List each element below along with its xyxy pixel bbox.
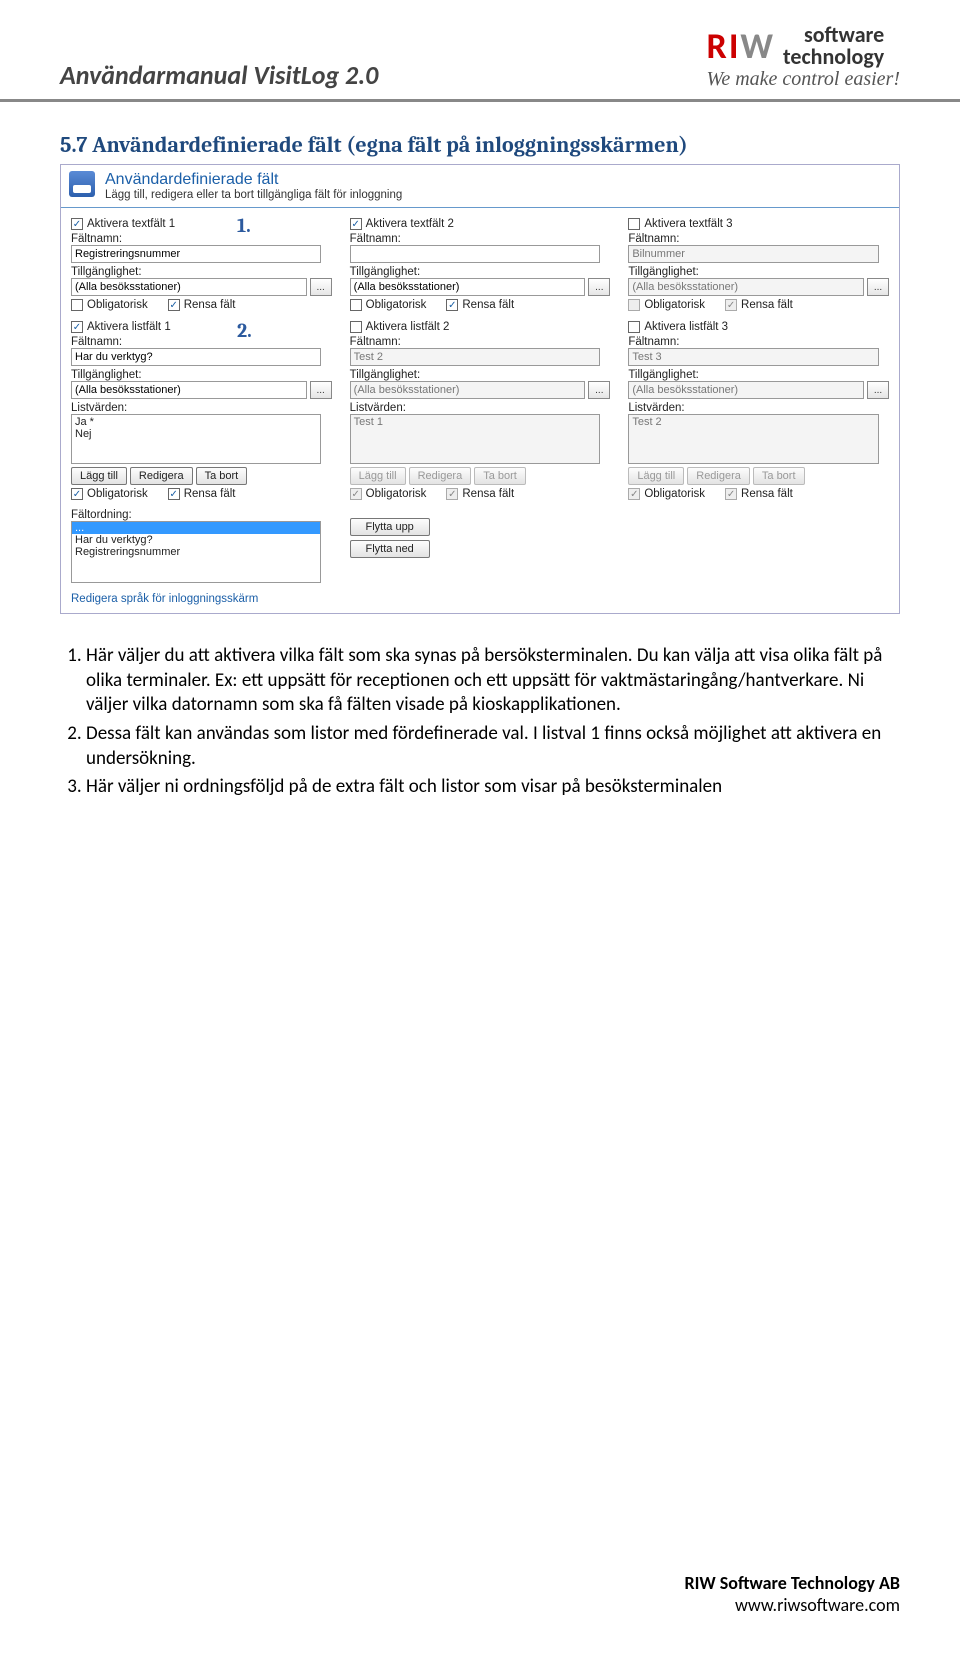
logo-technology: technology xyxy=(783,46,884,68)
fieldname-label: Fältnamn: xyxy=(71,233,332,245)
field-order-group: Fältordning: ... Har du verktyg? Registr… xyxy=(71,506,332,583)
edit-button: Redigera xyxy=(687,467,750,485)
delete-button: Ta bort xyxy=(753,467,805,485)
listfield-2-group: Aktivera listfält 2 Fältnamn: Tillgängli… xyxy=(350,321,611,500)
activate-list1-checkbox[interactable] xyxy=(71,321,83,333)
activate-text3-checkbox[interactable] xyxy=(628,218,640,230)
add-button: Lägg till xyxy=(628,467,684,485)
delete-button[interactable]: Ta bort xyxy=(196,467,248,485)
fieldname-text2-input[interactable] xyxy=(350,245,600,263)
fieldname-list2-input xyxy=(350,348,600,366)
logo: RIW software technology We make control … xyxy=(707,24,900,91)
panel-title: Användardefinierade fält xyxy=(105,171,402,189)
list-item-2: Dessa fält kan användas som listor med f… xyxy=(86,722,900,771)
availability-browse-button[interactable]: ... xyxy=(310,278,332,296)
clear-text3-checkbox xyxy=(725,299,737,311)
clear-list3-checkbox xyxy=(725,488,737,500)
section-heading: 5.7 Användardefinierade fält (egna fält … xyxy=(60,132,900,158)
page-header: Användarmanual VisitLog 2.0 RIW software… xyxy=(0,0,960,102)
textfield-2-group: Aktivera textfält 2 Fältnamn: Tillgängli… xyxy=(350,218,611,311)
mandatory-text2-checkbox[interactable] xyxy=(350,299,362,311)
clear-list2-checkbox xyxy=(446,488,458,500)
delete-button: Ta bort xyxy=(474,467,526,485)
activate-text1-label: Aktivera textfält 1 xyxy=(87,218,175,230)
logo-slogan: We make control easier! xyxy=(707,68,900,91)
edit-button: Redigera xyxy=(409,467,472,485)
textfield-1-group: Aktivera textfält 1 Fältnamn: Tillgängli… xyxy=(71,218,332,311)
mandatory-list1-checkbox[interactable] xyxy=(71,488,83,500)
availability-browse-button[interactable]: ... xyxy=(867,278,889,296)
listvalues-list3: Test 2 xyxy=(628,414,878,464)
panel-icon xyxy=(69,171,95,197)
availability-list2 xyxy=(350,381,586,399)
availability-label: Tillgänglighet: xyxy=(71,266,332,278)
availability-text2[interactable] xyxy=(350,278,586,296)
footer-url: www.riwsoftware.com xyxy=(684,1594,900,1616)
custom-fields-panel: Användardefinierade fält Lägg till, redi… xyxy=(60,164,900,614)
move-down-button[interactable]: Flytta ned xyxy=(350,540,430,558)
logo-riw-icon: RIW xyxy=(707,24,776,68)
availability-browse-button[interactable]: ... xyxy=(588,278,610,296)
order-item[interactable]: Har du verktyg? xyxy=(72,534,320,546)
clear-list1-checkbox[interactable] xyxy=(168,488,180,500)
listfield-1-group: Aktivera listfält 1 Fältnamn: Tillgängli… xyxy=(71,321,332,500)
fieldname-list1-input[interactable] xyxy=(71,348,321,366)
list-item-1: Här väljer du att aktivera vilka fält so… xyxy=(86,644,900,718)
add-button: Lägg till xyxy=(350,467,406,485)
edit-button[interactable]: Redigera xyxy=(130,467,193,485)
listvalues-list2: Test 1 xyxy=(350,414,600,464)
activate-list2-checkbox[interactable] xyxy=(350,321,362,333)
clear-text2-checkbox[interactable] xyxy=(446,299,458,311)
activate-list3-checkbox[interactable] xyxy=(628,321,640,333)
availability-text1[interactable] xyxy=(71,278,307,296)
manual-title: Användarmanual VisitLog 2.0 xyxy=(60,59,378,91)
add-button[interactable]: Lägg till xyxy=(71,467,127,485)
activate-text2-checkbox[interactable] xyxy=(350,218,362,230)
availability-browse-button[interactable]: ... xyxy=(588,381,610,399)
availability-browse-button[interactable]: ... xyxy=(867,381,889,399)
listvalues-list1[interactable]: Ja * Nej xyxy=(71,414,321,464)
availability-list1[interactable] xyxy=(71,381,307,399)
field-order-listbox[interactable]: ... Har du verktyg? Registreringsnummer xyxy=(71,521,321,583)
fieldname-text3-input xyxy=(628,245,878,263)
mandatory-text3-checkbox xyxy=(628,299,640,311)
activate-text1-checkbox[interactable] xyxy=(71,218,83,230)
availability-browse-button[interactable]: ... xyxy=(310,381,332,399)
edit-language-link[interactable]: Redigera språk för inloggningsskärm xyxy=(61,589,899,613)
mandatory-text1-checkbox[interactable] xyxy=(71,299,83,311)
clear-text1-checkbox[interactable] xyxy=(168,299,180,311)
explanatory-text: Här väljer du att aktivera vilka fält so… xyxy=(0,614,960,800)
textfield-3-group: Aktivera textfält 3 Fältnamn: Tillgängli… xyxy=(628,218,889,311)
mandatory-list3-checkbox xyxy=(628,488,640,500)
availability-list3 xyxy=(628,381,864,399)
order-item-selected[interactable]: ... xyxy=(72,522,320,534)
order-item[interactable]: Registreringsnummer xyxy=(72,546,320,558)
page-footer: RIW Software Technology AB www.riwsoftwa… xyxy=(684,1572,900,1616)
fieldname-list3-input xyxy=(628,348,878,366)
availability-text3 xyxy=(628,278,864,296)
mandatory-list2-checkbox xyxy=(350,488,362,500)
list-item-3: Här väljer ni ordningsföljd på de extra … xyxy=(86,775,900,800)
panel-subtitle: Lägg till, redigera eller ta bort tillgä… xyxy=(105,189,402,201)
listfield-3-group: Aktivera listfält 3 Fältnamn: Tillgängli… xyxy=(628,321,889,500)
fieldname-text1-input[interactable] xyxy=(71,245,321,263)
footer-company: RIW Software Technology AB xyxy=(684,1572,900,1594)
move-up-button[interactable]: Flytta upp xyxy=(350,518,430,536)
